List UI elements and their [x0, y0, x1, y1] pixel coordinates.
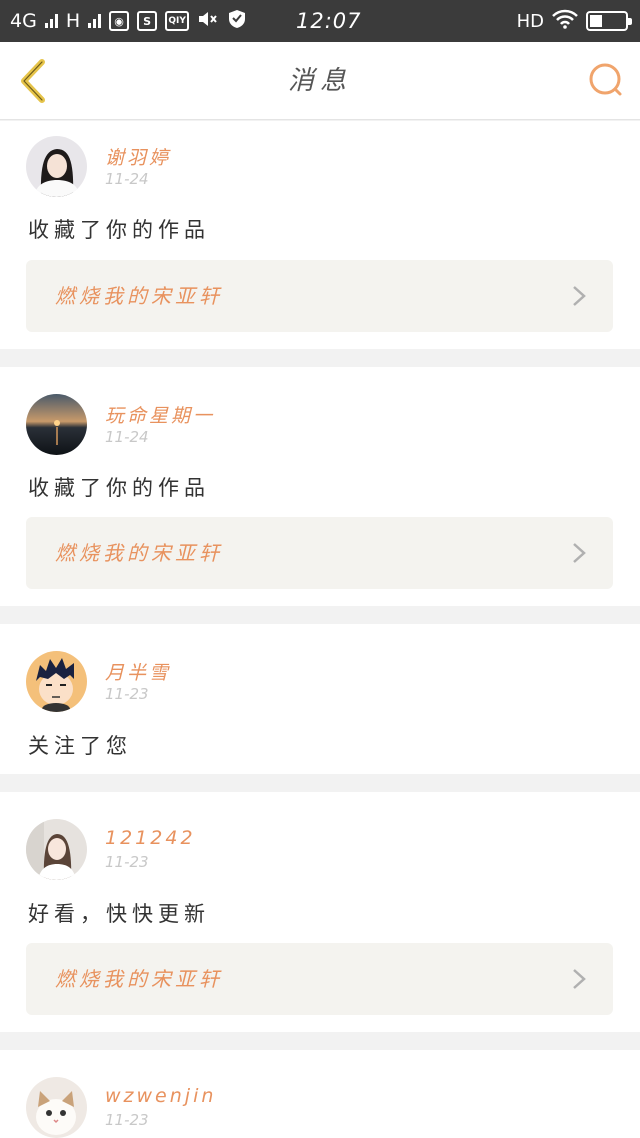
- globe-icon: ◉: [109, 11, 130, 31]
- message-date: 11-23: [105, 853, 149, 871]
- page-title: 消息: [287, 66, 352, 96]
- username[interactable]: 121242: [105, 827, 196, 849]
- message-card[interactable]: 玩命星期一 11-24 收藏了你的作品 燃烧我的宋亚轩: [0, 367, 640, 606]
- message-text: 好看，快快更新: [28, 902, 210, 926]
- username[interactable]: 月半雪: [105, 658, 171, 685]
- message-date: 11-24: [105, 170, 149, 188]
- signal-icon: [44, 14, 58, 28]
- message-text: 关注了您: [28, 734, 132, 758]
- message-date: 11-24: [105, 428, 149, 446]
- s-app-icon: S: [137, 11, 158, 31]
- nav-bar: 消息: [0, 42, 640, 120]
- battery-icon: [586, 11, 632, 31]
- work-link[interactable]: 燃烧我的宋亚轩: [26, 260, 613, 332]
- message-date: 11-23: [105, 685, 149, 703]
- avatar[interactable]: [26, 651, 87, 712]
- status-time: 12:07: [296, 9, 362, 33]
- work-link[interactable]: 燃烧我的宋亚轩: [26, 943, 613, 1015]
- work-link[interactable]: 燃烧我的宋亚轩: [26, 517, 613, 589]
- chevron-right-icon: [573, 543, 586, 563]
- avatar[interactable]: [26, 394, 87, 455]
- search-button[interactable]: [586, 60, 626, 100]
- chevron-right-icon: [573, 969, 586, 989]
- message-card[interactable]: wzwenjin 11-23: [0, 1050, 640, 1138]
- mute-icon: [197, 10, 219, 33]
- username[interactable]: 玩命星期一: [105, 401, 215, 428]
- message-card[interactable]: 121242 11-23 好看，快快更新 燃烧我的宋亚轩: [0, 792, 640, 1032]
- work-title: 燃烧我的宋亚轩: [55, 541, 223, 565]
- hd-label: HD: [516, 10, 544, 32]
- message-card[interactable]: 月半雪 11-23 关注了您: [0, 624, 640, 774]
- avatar[interactable]: [26, 1077, 87, 1138]
- message-text: 收藏了你的作品: [28, 476, 210, 500]
- wifi-icon: [552, 9, 578, 34]
- qiyi-icon: QIY: [165, 11, 190, 31]
- status-bar: 4G H ◉ S QIY 12:07 HD: [0, 0, 640, 42]
- work-title: 燃烧我的宋亚轩: [55, 284, 223, 308]
- work-title: 燃烧我的宋亚轩: [55, 967, 223, 991]
- network-type: 4G: [10, 10, 37, 32]
- message-card[interactable]: 谢羽婷 11-24 收藏了你的作品 燃烧我的宋亚轩: [0, 121, 640, 349]
- signal-icon-2: [88, 14, 102, 28]
- network-type-2: H: [65, 10, 81, 32]
- message-text: 收藏了你的作品: [28, 218, 210, 242]
- avatar[interactable]: [26, 819, 87, 880]
- username[interactable]: wzwenjin: [105, 1085, 216, 1107]
- avatar[interactable]: [26, 136, 87, 197]
- shield-icon: [227, 9, 247, 34]
- chevron-right-icon: [573, 286, 586, 306]
- username[interactable]: 谢羽婷: [105, 143, 171, 170]
- message-date: 11-23: [105, 1111, 149, 1129]
- search-icon: [589, 63, 622, 96]
